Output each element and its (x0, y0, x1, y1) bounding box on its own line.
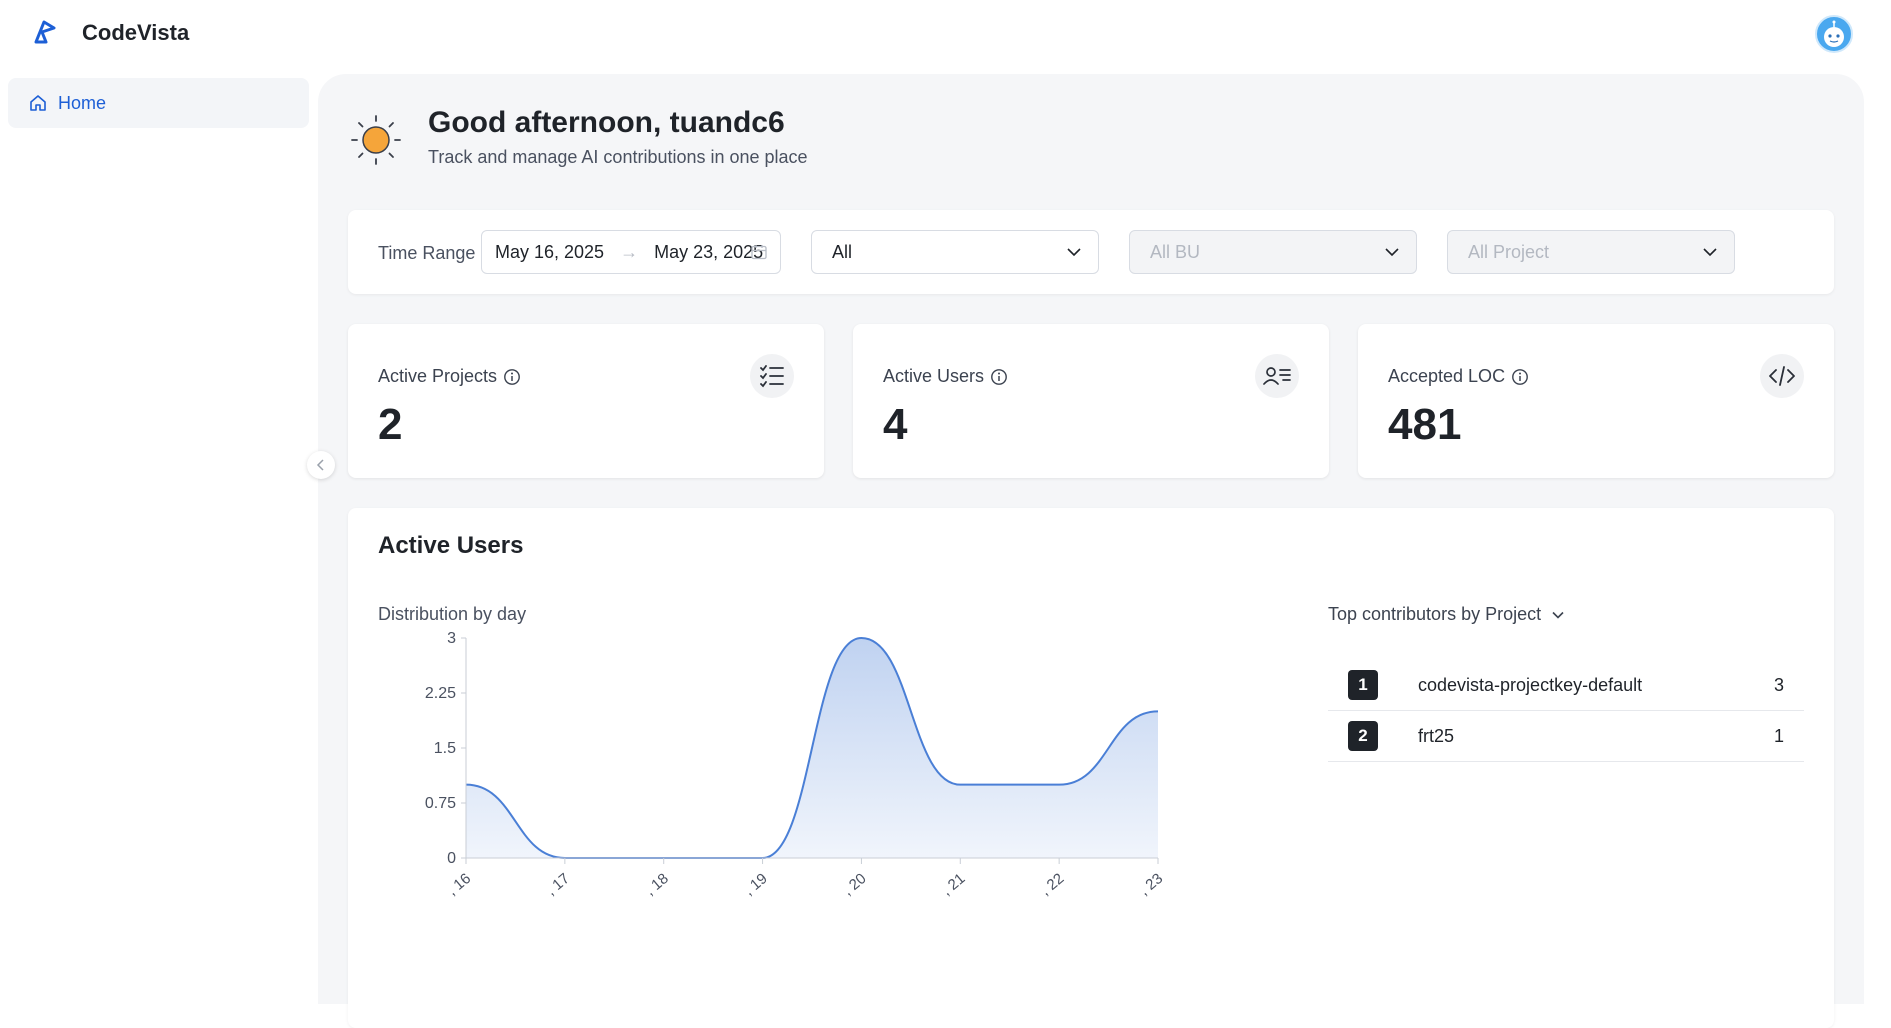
sidebar: Home (0, 66, 318, 986)
x-tick-label: , 17 (543, 870, 573, 899)
chevron-down-icon (1067, 248, 1081, 257)
info-icon[interactable] (1511, 368, 1529, 386)
greeting-title: Good afternoon, tuandc6 (428, 106, 785, 139)
time-range-label: Time Range (378, 243, 476, 263)
stat-card-active-users: Active Users 4 (853, 324, 1329, 478)
y-tick-label: 3 (447, 630, 456, 647)
contributors-list: 1 codevista-projectkey-default 3 2 frt25… (1328, 660, 1804, 762)
x-tick-label: , 21 (938, 870, 968, 899)
chevron-down-icon (1552, 611, 1564, 619)
sidebar-item-label: Home (58, 92, 107, 113)
code-icon (1760, 354, 1804, 398)
chevron-down-icon (1385, 248, 1399, 257)
contributors-dropdown[interactable]: Top contributors by Project (1328, 604, 1565, 625)
contributor-count: 1 (1773, 725, 1784, 746)
stat-card-active-projects: Active Projects 2 (348, 324, 824, 478)
info-icon[interactable] (503, 368, 521, 386)
stat-value: 2 (378, 400, 403, 449)
checklist-icon (750, 354, 794, 398)
contributors-heading: Top contributors by Project (1328, 604, 1542, 624)
home-icon (30, 95, 46, 111)
end-date[interactable]: May 23, 2025 (654, 242, 763, 263)
stat-label: Active Projects (378, 366, 498, 386)
chevron-down-icon (1703, 248, 1717, 257)
filter-bar: Time Range May 16, 2025 → May 23, 2025 A… (348, 210, 1834, 294)
stat-label: Accepted LOC (1388, 366, 1506, 386)
x-tick-label: , 23 (1136, 870, 1166, 899)
list-item[interactable]: 1 codevista-projectkey-default 3 (1328, 660, 1804, 711)
greeting-subtitle: Track and manage AI contributions in one… (428, 147, 808, 167)
x-tick-label: , 20 (839, 870, 869, 899)
y-tick-label: 0 (447, 850, 456, 867)
main-content: Good afternoon, tuandc6 Track and manage… (318, 74, 1864, 1028)
sidebar-item-home[interactable]: Home (8, 78, 309, 128)
robot-avatar-icon (1824, 20, 1844, 47)
list-item[interactable]: 2 frt25 1 (1328, 711, 1804, 762)
range-arrow-icon: → (620, 241, 639, 262)
contributor-name: codevista-projectkey-default (1418, 674, 1643, 695)
y-tick-label: 0.75 (425, 795, 456, 812)
calendar-icon (751, 245, 767, 260)
rank-badge: 2 (1348, 721, 1378, 751)
stat-value: 481 (1388, 400, 1462, 449)
bu-select-value: All BU (1150, 241, 1201, 262)
stat-label: Active Users (883, 366, 985, 386)
chevron-left-icon (316, 459, 324, 471)
scope-select-value: All (832, 241, 853, 262)
scope-select[interactable]: All (811, 230, 1099, 274)
project-select[interactable]: All Project (1447, 230, 1735, 274)
user-list-icon (1255, 354, 1299, 398)
stat-value: 4 (883, 400, 908, 449)
start-date[interactable]: May 16, 2025 (495, 242, 604, 263)
x-tick-label: , 16 (444, 870, 474, 899)
stat-card-accepted-loc: Accepted LOC 481 (1358, 324, 1834, 478)
contributor-name: frt25 (1418, 725, 1455, 746)
date-range-picker[interactable]: May 16, 2025 → May 23, 2025 (481, 230, 781, 274)
bu-select[interactable]: All BU (1129, 230, 1417, 274)
info-icon[interactable] (990, 368, 1008, 386)
y-tick-label: 1.5 (434, 740, 456, 757)
project-select-value: All Project (1468, 241, 1550, 262)
sun-icon (351, 115, 401, 165)
codevista-logo-icon[interactable] (30, 18, 60, 48)
x-tick-label: , 18 (642, 870, 672, 899)
x-tick-label: , 19 (741, 870, 771, 899)
top-bar: CodeVista (0, 0, 1891, 66)
active-users-panel: Active Users Distribution by day 0 0.75 1.… (348, 508, 1834, 1028)
contributor-count: 3 (1773, 674, 1784, 695)
brand-name[interactable]: CodeVista (82, 20, 189, 46)
y-tick-label: 2.25 (425, 685, 456, 702)
collapse-sidebar-button[interactable] (307, 451, 335, 479)
rank-badge: 1 (1348, 670, 1378, 700)
user-avatar[interactable] (1815, 15, 1853, 53)
x-tick-label: , 22 (1037, 870, 1067, 899)
active-users-chart: 0 0.75 1.5 2.25 3 , 16 , 17 , 18 , 19 , 20 , 21 , 2… (425, 630, 1166, 899)
